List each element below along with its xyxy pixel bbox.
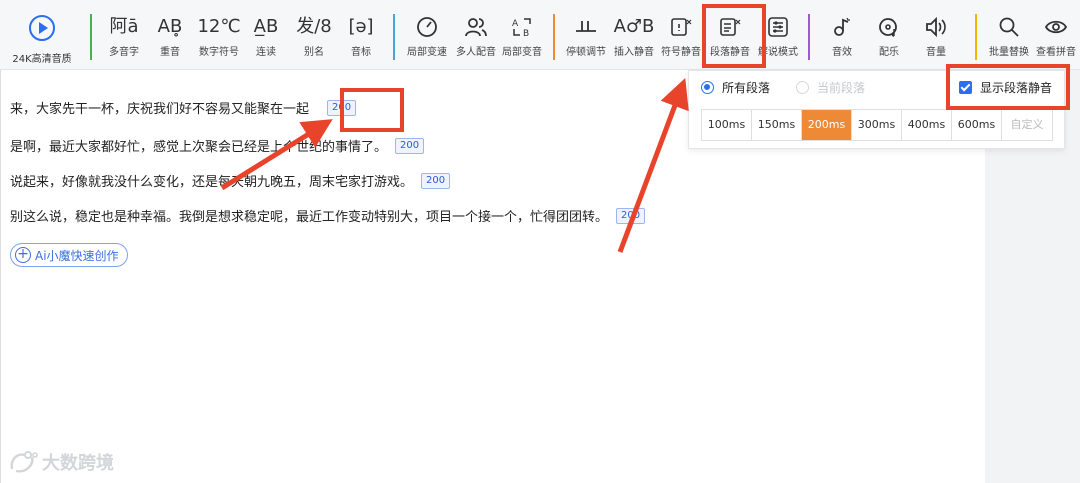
watermark-logo-icon	[10, 451, 38, 473]
watermark: 大数跨境	[8, 449, 114, 475]
watermark-text: 大数跨境	[42, 453, 114, 474]
annotation-arrows	[220, 77, 689, 253]
arrow-to-toolbar	[617, 77, 689, 253]
arrow-to-tag	[220, 119, 333, 191]
